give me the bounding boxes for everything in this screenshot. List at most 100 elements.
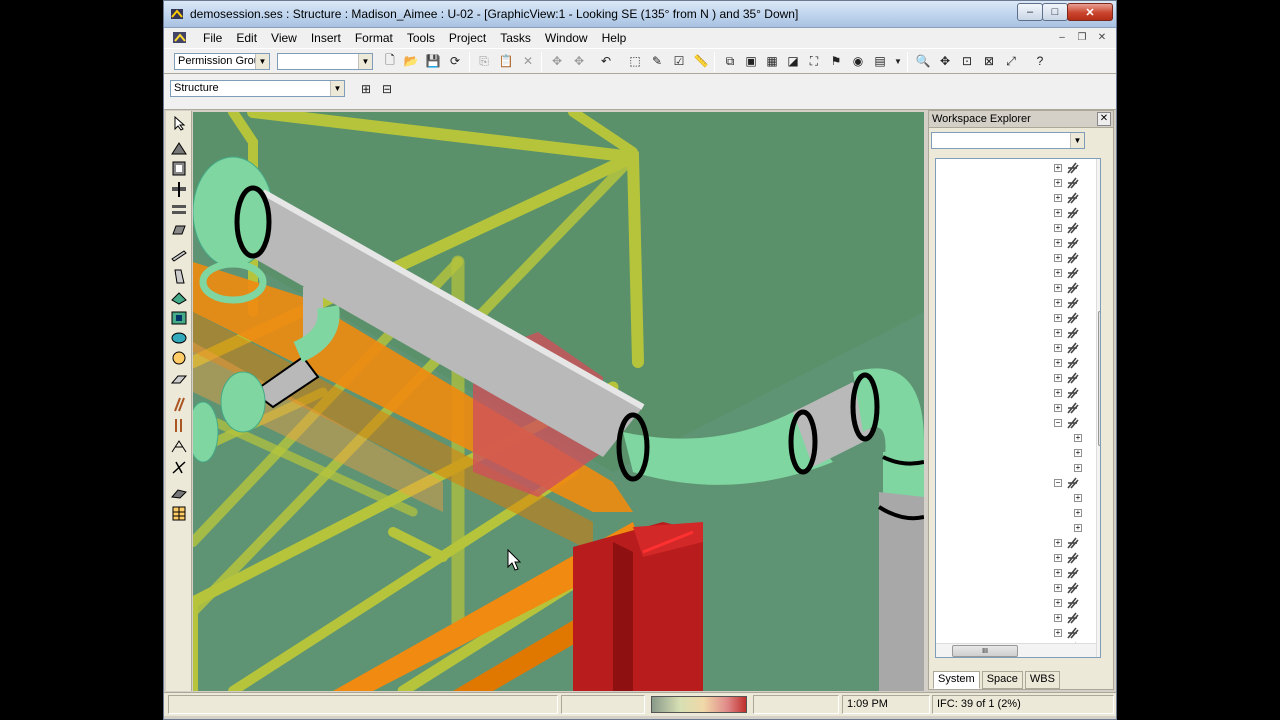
place-icon[interactable] <box>170 350 188 367</box>
ladder-icon[interactable] <box>170 396 188 413</box>
navigate-icon[interactable]: ⤢ <box>1001 51 1021 71</box>
mdi-close-button[interactable]: ✕ <box>1094 30 1110 45</box>
structure-filter-icon[interactable]: ⊞ <box>356 79 376 99</box>
zoom-icon[interactable]: 🔍 <box>913 51 933 71</box>
collapse-icon[interactable]: − <box>1054 419 1062 427</box>
scroll-thumb[interactable]: III <box>952 645 1018 657</box>
expand-icon[interactable]: + <box>1074 449 1082 457</box>
display-mode-icon[interactable]: ▤ <box>870 51 890 71</box>
expand-icon[interactable]: + <box>1054 554 1062 562</box>
wall-icon[interactable] <box>170 247 188 264</box>
expand-icon[interactable]: + <box>1054 179 1062 187</box>
brace-icon[interactable] <box>170 459 188 476</box>
assembly-icon[interactable] <box>170 330 188 347</box>
footing-icon[interactable] <box>170 268 188 285</box>
close-icon[interactable]: ✕ <box>1097 112 1111 126</box>
tab-wbs[interactable]: WBS <box>1024 671 1060 689</box>
tree-node[interactable]: + <box>1054 386 1086 400</box>
scroll-up-icon[interactable]: ▲ <box>1097 160 1100 172</box>
menu-view[interactable]: View <box>264 31 304 45</box>
expand-icon[interactable]: + <box>1054 389 1062 397</box>
document-icon[interactable] <box>172 30 188 45</box>
menu-file[interactable]: File <box>196 31 229 45</box>
zoom-area-icon[interactable]: ⊡ <box>957 51 977 71</box>
tree-node[interactable]: + <box>1054 161 1086 175</box>
view-cube-icon[interactable]: ⧉ <box>720 51 740 71</box>
scroll-down-icon[interactable]: ▼ <box>1097 644 1100 656</box>
tree-node[interactable]: + <box>1054 356 1086 370</box>
tree-node[interactable]: + <box>1054 176 1086 190</box>
hole-icon[interactable] <box>170 309 188 326</box>
expand-icon[interactable]: + <box>1054 164 1062 172</box>
handrail-icon[interactable] <box>170 438 188 455</box>
open-folder-icon[interactable]: 📂 <box>401 51 421 71</box>
tree-node[interactable]: − <box>1054 476 1086 490</box>
task-select[interactable]: Structure ▼ <box>170 80 345 97</box>
tree-vertical-scrollbar[interactable]: ▲ ≡ ▼ <box>1096 159 1100 657</box>
refresh-icon[interactable]: ⟳ <box>445 51 465 71</box>
view-top-icon[interactable]: ▦ <box>762 51 782 71</box>
expand-icon[interactable]: + <box>1054 359 1062 367</box>
tree-node[interactable]: + <box>1054 326 1086 340</box>
expand-icon[interactable]: + <box>1054 344 1062 352</box>
move-icon[interactable]: ✥ <box>547 51 567 71</box>
copy-icon[interactable]: ⎘ <box>474 51 494 71</box>
slab-icon[interactable] <box>170 222 188 239</box>
tree-node[interactable]: + <box>1054 296 1086 310</box>
tree-node[interactable]: + <box>1054 281 1086 295</box>
collapse-icon[interactable]: − <box>1054 479 1062 487</box>
tab-space[interactable]: Space <box>981 671 1023 689</box>
close-window-button[interactable]: ✕ <box>1067 3 1113 21</box>
menu-insert[interactable]: Insert <box>304 31 348 45</box>
expand-icon[interactable]: + <box>1054 299 1062 307</box>
plate-icon[interactable] <box>170 371 188 388</box>
grid-icon[interactable] <box>170 505 188 522</box>
expand-icon[interactable]: + <box>1054 374 1062 382</box>
beam-icon[interactable] <box>170 201 188 218</box>
expand-icon[interactable]: + <box>1054 569 1062 577</box>
select-filter-icon[interactable]: ⬚ <box>625 51 645 71</box>
select-arrow-icon[interactable] <box>170 115 188 132</box>
expand-icon[interactable]: + <box>1054 329 1062 337</box>
minimize-window-button[interactable]: – <box>1017 3 1043 21</box>
tree-node[interactable]: − <box>1054 416 1086 430</box>
tree-node[interactable]: + <box>1054 626 1086 640</box>
tree-node[interactable]: + <box>1054 566 1086 580</box>
menu-window[interactable]: Window <box>538 31 595 45</box>
expand-icon[interactable]: + <box>1074 434 1082 442</box>
tree-node[interactable]: + <box>1054 236 1086 250</box>
tree-horizontal-scrollbar[interactable]: III <box>936 643 1096 657</box>
tree-node[interactable]: + <box>1054 581 1086 595</box>
view-front-icon[interactable]: ▣ <box>741 51 761 71</box>
equipment-icon[interactable] <box>170 289 188 306</box>
frame-icon[interactable] <box>170 160 188 177</box>
expand-icon[interactable]: + <box>1074 464 1082 472</box>
workspace-tree[interactable]: +++++++++++++++++−+++−++++++++++++ ▲ ≡ ▼… <box>935 158 1101 658</box>
tree-node[interactable]: + <box>1054 536 1086 550</box>
menu-tools[interactable]: Tools <box>400 31 442 45</box>
render-icon[interactable]: ◉ <box>848 51 868 71</box>
graphic-view-3d[interactable] <box>193 112 924 691</box>
tree-node[interactable]: + <box>1054 206 1086 220</box>
tree-node[interactable]: + <box>1054 251 1086 265</box>
menu-project[interactable]: Project <box>442 31 493 45</box>
expand-icon[interactable]: + <box>1054 584 1062 592</box>
flag-icon[interactable]: ⚑ <box>826 51 846 71</box>
clip-icon[interactable]: ⛶ <box>804 51 824 71</box>
check-icon[interactable]: ☑ <box>669 51 689 71</box>
chevron-down-icon[interactable]: ▼ <box>888 51 908 71</box>
fit-icon[interactable]: ⊠ <box>979 51 999 71</box>
tree-node[interactable]: + <box>1054 311 1086 325</box>
3d-model-scene[interactable] <box>193 112 924 691</box>
expand-icon[interactable]: + <box>1074 494 1082 502</box>
expand-icon[interactable]: + <box>1054 539 1062 547</box>
expand-icon[interactable]: + <box>1074 509 1082 517</box>
expand-icon[interactable]: + <box>1054 269 1062 277</box>
menu-format[interactable]: Format <box>348 31 400 45</box>
expand-icon[interactable]: + <box>1074 524 1082 532</box>
structure-tree-icon[interactable]: ⊟ <box>377 79 397 99</box>
edit-filter-icon[interactable]: ✎ <box>647 51 667 71</box>
view-iso-icon[interactable]: ◪ <box>783 51 803 71</box>
measure-icon[interactable]: 📏 <box>691 51 711 71</box>
tree-node[interactable]: + <box>1054 611 1086 625</box>
